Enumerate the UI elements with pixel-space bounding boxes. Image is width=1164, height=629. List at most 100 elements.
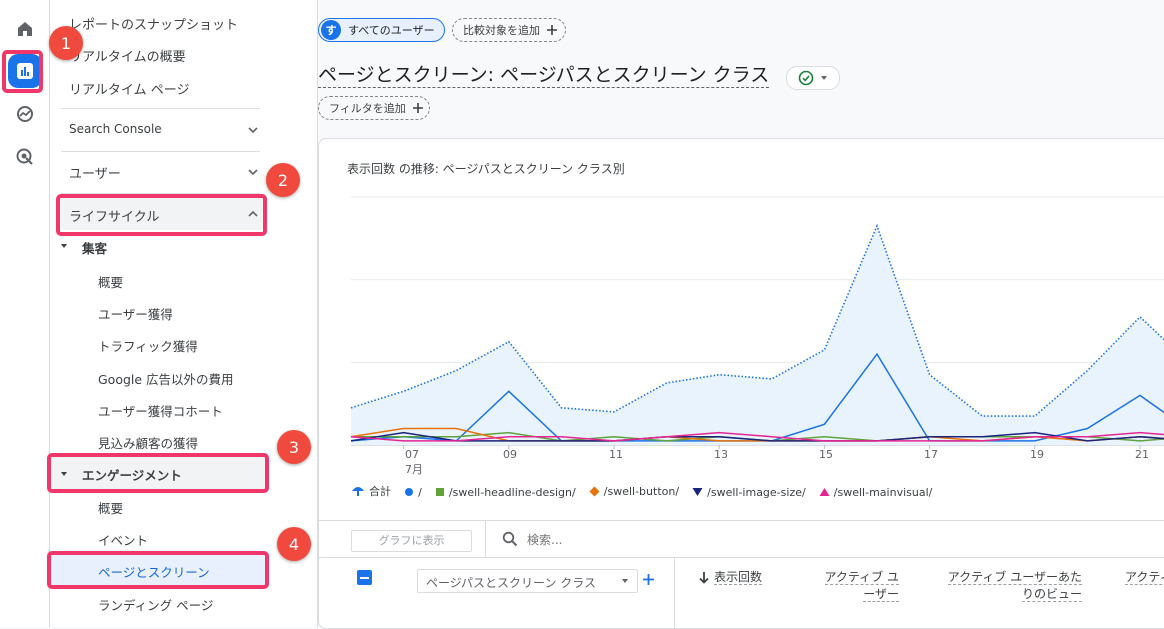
nav-realtime-page[interactable]: リアルタイム ページ xyxy=(69,79,189,98)
legend-item-mainvisual[interactable]: /swell-mainvisual/ xyxy=(819,485,933,499)
highlight-engagement xyxy=(47,453,269,493)
x-month-label: 7月 xyxy=(405,463,423,476)
nav-user-acq-cohort[interactable]: ユーザー獲得コホート xyxy=(98,401,223,420)
diamond-marker-icon xyxy=(589,486,600,497)
divider xyxy=(674,557,675,628)
caret-down-icon xyxy=(821,76,827,80)
nav-traffic-acquisition[interactable]: トラフィック獲得 xyxy=(98,336,198,355)
plus-icon xyxy=(412,103,423,113)
nav-search-console[interactable]: Search Console xyxy=(69,122,162,136)
minus-icon xyxy=(360,576,369,579)
x-tick-label: 11 xyxy=(609,448,623,461)
legend-item-root[interactable]: / xyxy=(404,486,422,499)
divider xyxy=(61,151,260,152)
select-all-checkbox[interactable] xyxy=(357,570,372,585)
legend-item-button[interactable]: /swell-button/ xyxy=(589,485,679,498)
dimension-select-value: ページパスとスクリーン クラス xyxy=(426,576,597,590)
dimension-select[interactable]: ページパスとスクリーン クラス xyxy=(417,569,638,593)
add-comparison-button[interactable]: 比較対象を追加 xyxy=(452,18,566,42)
legend-item-image-size[interactable]: /swell-image-size/ xyxy=(692,486,806,499)
add-comparison-label: 比較対象を追加 xyxy=(463,24,540,37)
divider xyxy=(61,108,260,109)
step-badge-2: 2 xyxy=(266,163,300,197)
nav-user-acquisition[interactable]: ユーザー獲得 xyxy=(98,304,173,323)
segment-label: すべてのユーザー xyxy=(348,24,435,37)
total-area-icon xyxy=(352,487,364,496)
divider xyxy=(319,520,1164,521)
legend-label: / xyxy=(418,485,422,499)
column-header-label: アクティブ ユ xyxy=(824,570,899,585)
x-tick-label: 15 xyxy=(819,448,833,461)
advertising-icon[interactable] xyxy=(8,140,42,174)
main-content: す すべてのユーザー 比較対象を追加 ページとスクリーン: ページパスとスクリー… xyxy=(318,0,1164,629)
legend-label: /swell-button/ xyxy=(603,485,680,498)
nav-report-snapshot[interactable]: レポートのスナップショット xyxy=(69,14,238,33)
column-header-label: りのビュー xyxy=(1021,587,1082,602)
nav-events[interactable]: イベント xyxy=(98,530,148,549)
x-tick-label: 07 xyxy=(405,448,419,461)
page-title[interactable]: ページとスクリーン: ページパスとスクリーン クラス xyxy=(318,63,770,88)
column-header-label: アクティ xyxy=(1125,570,1164,585)
divider xyxy=(485,521,486,557)
nav-acq-overview[interactable]: 概要 xyxy=(98,272,123,291)
explore-icon[interactable] xyxy=(8,97,42,131)
x-tick-label: 19 xyxy=(1030,448,1044,461)
line-chart xyxy=(350,196,1164,449)
check-circle-icon xyxy=(798,70,814,86)
nav-lead-acquisition[interactable]: 見込み顧客の獲得 xyxy=(98,433,198,452)
caret-down-icon xyxy=(622,579,628,583)
x-tick-label: 21 xyxy=(1135,448,1149,461)
show-in-chart-button[interactable]: グラフに表示 xyxy=(351,530,472,552)
report-card: 表示回数 の推移: ページパスとスクリーン クラス別 07 7月 09 11 1… xyxy=(318,138,1164,629)
search-input[interactable] xyxy=(525,529,829,551)
highlight-lifecycle xyxy=(56,194,267,236)
add-filter-label: フィルタを追加 xyxy=(329,102,406,115)
title-status-dropdown[interactable] xyxy=(786,66,840,90)
caret-down-icon[interactable] xyxy=(60,242,68,250)
add-filter-button[interactable]: フィルタを追加 xyxy=(318,96,430,120)
add-dimension-plus-icon[interactable] xyxy=(642,573,655,586)
chevron-down-icon[interactable] xyxy=(247,124,259,136)
x-tick-label: 09 xyxy=(503,448,517,461)
icon-rail xyxy=(0,0,50,627)
nav-acquisition[interactable]: 集客 xyxy=(82,238,107,257)
square-marker-icon xyxy=(435,488,444,496)
series-area-total xyxy=(351,225,1164,445)
column-header-views[interactable]: 表示回数 xyxy=(714,569,763,586)
chart-legend: 合計 / /swell-headline-design/ /swell-butt… xyxy=(351,482,940,501)
report-navigation: レポートのスナップショット リアルタイムの概要 リアルタイム ページ Searc… xyxy=(50,0,318,627)
legend-label: /swell-mainvisual/ xyxy=(833,485,933,499)
column-header-label: 表示回数 xyxy=(714,570,763,585)
home-icon[interactable] xyxy=(8,12,42,46)
column-header-label: ーザー xyxy=(863,587,899,602)
search-icon xyxy=(502,531,518,547)
triangle-down-marker-icon xyxy=(692,488,703,496)
legend-item-total[interactable]: 合計 xyxy=(351,483,391,499)
segment-chip[interactable]: す すべてのユーザー xyxy=(318,18,445,42)
step-badge-4: 4 xyxy=(277,527,311,561)
legend-label: 合計 xyxy=(369,485,391,498)
nav-landing-page[interactable]: ランディング ページ xyxy=(98,595,213,614)
legend-label: /swell-image-size/ xyxy=(707,485,806,499)
column-header-label: アクティブ ユーザーあた xyxy=(947,570,1082,585)
highlight-pages-screens xyxy=(47,551,269,589)
nav-realtime-overview[interactable]: リアルタイムの概要 xyxy=(69,46,186,65)
column-header-next[interactable]: アクティ xyxy=(1125,569,1164,586)
segment-avatar-icon: す xyxy=(321,20,341,40)
sort-descending-arrow-icon[interactable] xyxy=(698,571,710,584)
highlight-reports-icon xyxy=(2,50,43,93)
legend-item-headline-design[interactable]: /swell-headline-design/ xyxy=(435,486,576,499)
circle-marker-icon xyxy=(405,488,414,496)
nav-users[interactable]: ユーザー xyxy=(69,163,121,182)
plus-icon xyxy=(547,25,557,35)
column-header-active-users[interactable]: アクティブ ユ ーザー xyxy=(809,569,899,603)
x-tick-label: 17 xyxy=(924,448,938,461)
step-badge-1: 1 xyxy=(49,26,83,60)
chevron-down-icon[interactable] xyxy=(247,166,259,178)
x-tick-label: 13 xyxy=(714,448,728,461)
column-header-views-per-user[interactable]: アクティブ ユーザーあた りのビュー xyxy=(919,569,1082,603)
nav-non-google-cost[interactable]: Google 広告以外の費用 xyxy=(98,369,234,388)
divider xyxy=(319,557,1164,558)
nav-eng-overview[interactable]: 概要 xyxy=(98,498,123,517)
step-badge-3: 3 xyxy=(277,430,311,464)
